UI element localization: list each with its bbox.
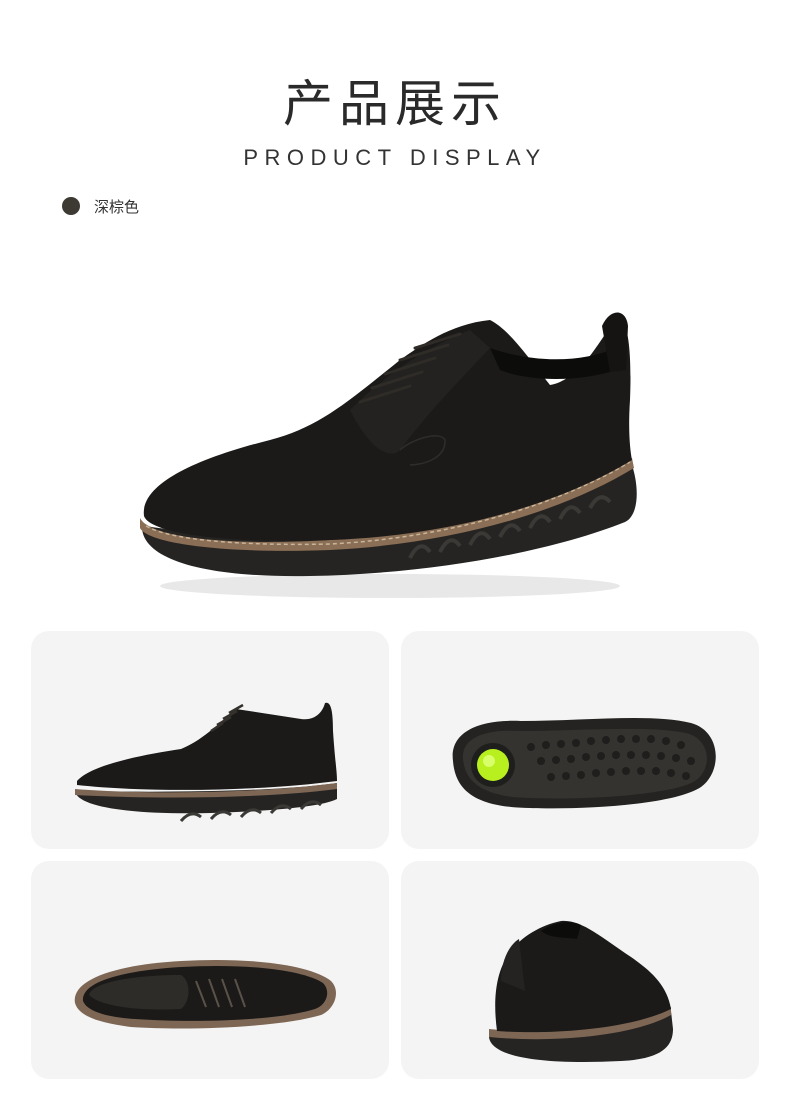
color-label: 深棕色 [94, 197, 140, 216]
thumbnail-side-view[interactable] [31, 631, 389, 849]
thumbnail-top-view[interactable] [31, 861, 389, 1079]
color-option[interactable]: 深棕色 [62, 194, 139, 218]
page-title-chinese: 产品展示 [283, 75, 507, 133]
page-title-english: PRODUCT DISPLAY [243, 145, 547, 170]
thumbnail-sole-view[interactable] [401, 631, 759, 849]
color-swatch[interactable] [62, 197, 80, 215]
hero-shoe-image [110, 290, 670, 610]
thumbnail-back-view[interactable] [401, 861, 759, 1079]
